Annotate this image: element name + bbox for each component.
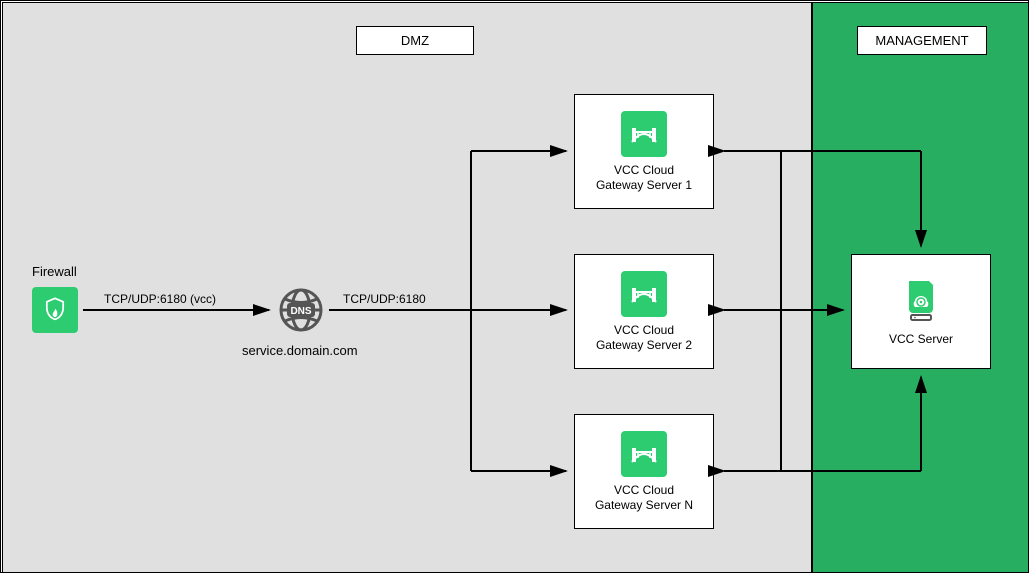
zone-dmz-label-text: DMZ: [401, 33, 429, 48]
bridge-icon: [621, 111, 667, 157]
gateway-server-n: VCC Cloud Gateway Server N: [574, 414, 714, 529]
bridge-icon: [621, 271, 667, 317]
gateway-1-label: VCC Cloud Gateway Server 1: [596, 163, 692, 193]
firewall-icon: [32, 287, 78, 333]
edge-fw-dns-label: TCP/UDP:6180 (vcc): [104, 292, 216, 306]
gateway-server-1: VCC Cloud Gateway Server 1: [574, 94, 714, 209]
edge-dns-gw-label: TCP/UDP:6180: [343, 292, 426, 306]
vcc-server-label: VCC Server: [889, 332, 953, 347]
gateway-n-label: VCC Cloud Gateway Server N: [595, 483, 693, 513]
vcc-server: VCC Server: [851, 254, 991, 369]
gateway-server-2: VCC Cloud Gateway Server 2: [574, 254, 714, 369]
bridge-icon: [621, 431, 667, 477]
gateway-2-label: VCC Cloud Gateway Server 2: [596, 323, 692, 353]
cloud-server-icon: [896, 276, 946, 326]
zone-management-label-text: MANAGEMENT: [875, 33, 968, 48]
diagram-canvas: DMZ MANAGEMENT Firewall DNS service.doma…: [0, 0, 1029, 573]
zone-management-label: MANAGEMENT: [857, 26, 987, 55]
firewall-label: Firewall: [32, 264, 77, 279]
svg-text:DNS: DNS: [290, 306, 311, 317]
dns-icon: DNS: [277, 286, 325, 334]
dns-label: service.domain.com: [242, 343, 358, 358]
zone-dmz-label: DMZ: [356, 26, 474, 55]
